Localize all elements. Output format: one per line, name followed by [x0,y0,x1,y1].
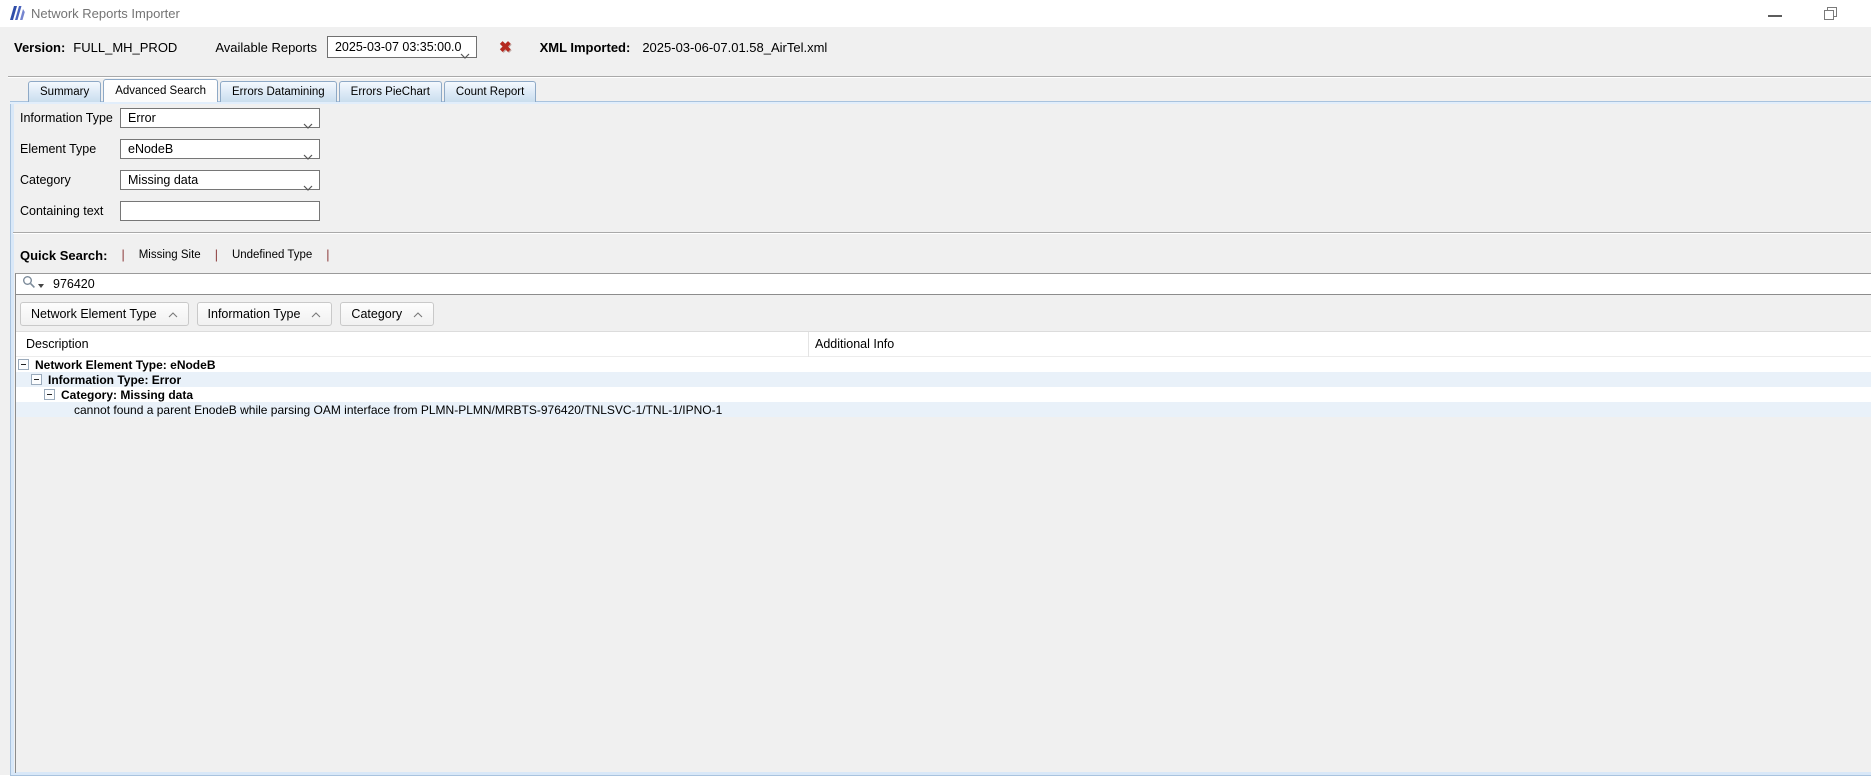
group-chip-category[interactable]: Category [340,302,434,326]
quick-search-input[interactable] [51,276,655,292]
category-dropdown[interactable]: Missing data [120,170,320,190]
collapse-icon[interactable] [31,374,42,385]
restore-button[interactable] [1824,7,1838,20]
version-label: Version: [14,40,65,55]
category-label: Category [20,173,120,187]
search-options-caret-icon[interactable] [38,284,44,288]
version-value: FULL_MH_PROD [73,40,177,55]
tab-count-report[interactable]: Count Report [444,81,536,102]
form-divider [13,232,1871,233]
form-row-element-type: Element Type eNodeB [20,139,320,159]
delete-report-button[interactable]: ✖ [499,38,512,56]
tab-errors-piechart[interactable]: Errors PieChart [339,81,442,102]
window-title: Network Reports Importer [31,0,180,27]
collapse-icon[interactable] [18,359,29,370]
chevron-up-icon [311,307,321,321]
available-reports-label: Available Reports [215,40,317,55]
chevron-down-icon [303,116,313,134]
tab-errors-datamining[interactable]: Errors Datamining [220,81,337,102]
app-window: Network Reports Importer Version: FULL_M… [0,0,1871,778]
tree-row-category[interactable]: Category: Missing data [16,387,1871,402]
xml-imported-label: XML Imported: [540,40,631,55]
titlebar: Network Reports Importer [0,0,1871,27]
chevron-up-icon [413,307,423,321]
separator: | [215,248,218,262]
column-header-description[interactable]: Description [26,332,89,357]
app-logo-icon [8,5,26,26]
chevron-up-icon [168,307,178,321]
form-row-category: Category Missing data [20,170,320,190]
chevron-down-icon [303,178,313,196]
containing-text-label: Containing text [20,204,120,218]
search-icon [22,275,36,294]
tab-bar: Summary Advanced Search Errors Dataminin… [28,79,538,102]
available-reports-dropdown[interactable]: 2025-03-07 03:35:00.0 [327,36,477,58]
column-header-additional-info[interactable]: Additional Info [808,332,894,357]
table-header-row: Description Additional Info [16,331,1871,357]
quick-search-label: Quick Search: [20,248,107,263]
quick-search-undefined-type[interactable]: Undefined Type [232,249,312,261]
group-chip-network-element-type[interactable]: Network Element Type [20,302,189,326]
separator: | [326,248,329,262]
group-by-bar: Network Element Type Information Type Ca… [20,302,434,326]
xml-imported-value: 2025-03-06-07.01.58_AirTel.xml [642,40,827,55]
tree-row-network-element-type[interactable]: Network Element Type: eNodeB [16,357,1871,372]
tab-summary[interactable]: Summary [28,81,101,102]
element-type-label: Element Type [20,142,120,156]
form-row-information-type: Information Type Error [20,108,320,128]
available-reports-selected: 2025-03-07 03:35:00.0 [335,40,462,54]
quick-search-missing-site[interactable]: Missing Site [139,249,201,261]
toolbar-divider [8,76,1871,77]
containing-text-input[interactable] [120,201,320,221]
results-tree: Network Element Type: eNodeB Information… [16,357,1871,417]
quick-search-row: Quick Search: | Missing Site | Undefined… [20,246,344,264]
form-row-containing-text: Containing text [20,201,320,221]
chevron-down-icon [460,45,470,65]
element-type-dropdown[interactable]: eNodeB [120,139,320,159]
tab-advanced-search[interactable]: Advanced Search [103,79,218,102]
report-toolbar: Version: FULL_MH_PROD Available Reports … [14,30,827,64]
tree-row-error-detail[interactable]: cannot found a parent EnodeB while parsi… [16,402,1871,417]
minimize-button[interactable] [1768,15,1782,17]
chevron-down-icon [303,147,313,165]
tree-row-information-type[interactable]: Information Type: Error [16,372,1871,387]
information-type-dropdown[interactable]: Error [120,108,320,128]
collapse-icon[interactable] [44,389,55,400]
separator: | [121,248,124,262]
information-type-label: Information Type [20,111,120,125]
search-bar [15,273,1871,295]
group-chip-information-type[interactable]: Information Type [197,302,333,326]
